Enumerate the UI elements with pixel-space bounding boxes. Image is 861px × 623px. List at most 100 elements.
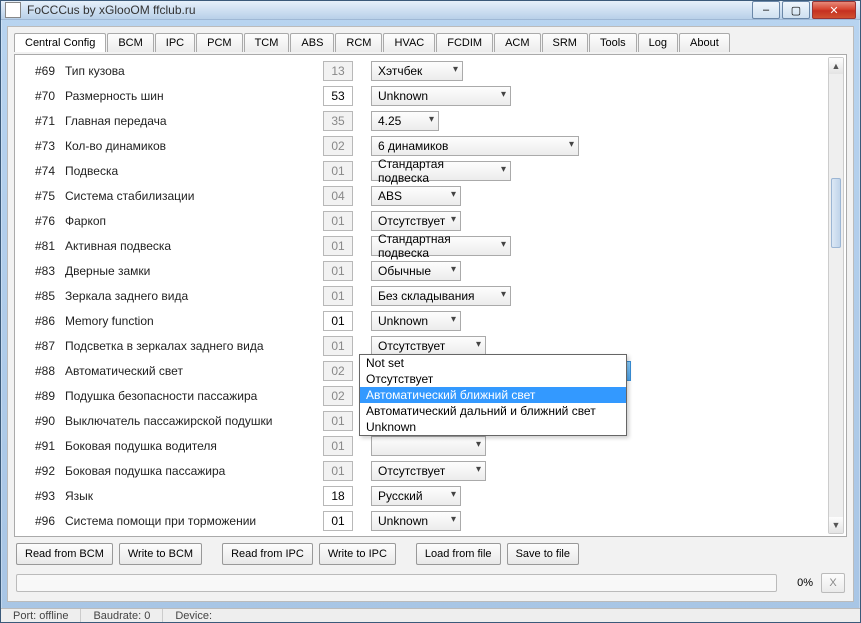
dropdown-item[interactable]: Автоматический дальний и ближний свет xyxy=(360,403,626,419)
row-select[interactable]: Русский xyxy=(371,486,461,506)
app-icon xyxy=(5,2,21,18)
tab-tcm[interactable]: TCM xyxy=(244,33,290,52)
row-index: #86 xyxy=(19,314,59,328)
dropdown-item[interactable]: Отсутствует xyxy=(360,371,626,387)
row-select[interactable]: Стандартная подвеска xyxy=(371,236,511,256)
row-label: Memory function xyxy=(65,314,317,328)
status-port: Port: offline xyxy=(1,609,81,622)
row-index: #88 xyxy=(19,364,59,378)
write-to-ipc-button[interactable]: Write to IPC xyxy=(319,543,396,565)
row-select[interactable] xyxy=(371,436,486,456)
read-from-ipc-button[interactable]: Read from IPC xyxy=(222,543,313,565)
row-value-input xyxy=(323,411,353,431)
tab-fcdim[interactable]: FCDIM xyxy=(436,33,493,52)
row-value-input xyxy=(323,436,353,456)
row-value-input xyxy=(323,61,353,81)
minimize-button[interactable]: – xyxy=(752,1,780,19)
save-to-file-button[interactable]: Save to file xyxy=(507,543,579,565)
action-button-row: Read from BCM Write to BCM Read from IPC… xyxy=(14,537,847,567)
tab-abs[interactable]: ABS xyxy=(290,33,334,52)
row-label: Боковая подушка водителя xyxy=(65,439,317,453)
scroll-thumb[interactable] xyxy=(831,178,841,248)
row-index: #71 xyxy=(19,114,59,128)
row-value-input xyxy=(323,111,353,131)
vertical-scrollbar[interactable]: ▲ ▼ xyxy=(828,57,844,534)
row-select[interactable]: 4.25 xyxy=(371,111,439,131)
read-from-bcm-button[interactable]: Read from BCM xyxy=(16,543,113,565)
config-row: #92 Боковая подушка пассажира Отсутствует xyxy=(19,459,828,482)
row-select[interactable]: ABS xyxy=(371,186,461,206)
scroll-down-icon[interactable]: ▼ xyxy=(829,517,843,533)
dropdown-item[interactable]: Unknown xyxy=(360,419,626,435)
row-label: Подушка безопасности пассажира xyxy=(65,389,317,403)
scroll-up-icon[interactable]: ▲ xyxy=(829,58,843,74)
maximize-button[interactable]: ▢ xyxy=(782,1,810,19)
row-select[interactable]: Отсутствует xyxy=(371,211,461,231)
tab-rcm[interactable]: RCM xyxy=(335,33,382,52)
row-select[interactable]: Обычные xyxy=(371,261,461,281)
tab-log[interactable]: Log xyxy=(638,33,678,52)
dropdown-item[interactable]: Автоматический ближний свет xyxy=(360,387,626,403)
tab-bcm[interactable]: BCM xyxy=(107,33,153,52)
tab-ipc[interactable]: IPC xyxy=(155,33,195,52)
row-select[interactable]: Отсутствует xyxy=(371,336,486,356)
row-value-input xyxy=(323,461,353,481)
row-label: Автоматический свет xyxy=(65,364,317,378)
config-row: #69Тип кузоваХэтчбек xyxy=(19,59,828,82)
cancel-progress-button[interactable]: X xyxy=(821,573,845,593)
dropdown-popup[interactable]: Not setОтсутствуетАвтоматический ближний… xyxy=(359,354,627,436)
row-select[interactable]: Хэтчбек xyxy=(371,61,463,81)
dropdown-item[interactable]: Not set xyxy=(360,355,626,371)
row-label: Боковая подушка пассажира xyxy=(65,464,317,478)
row-select[interactable]: Стандартая подвеска xyxy=(371,161,511,181)
tabbar: Central ConfigBCMIPCPCMTCMABSRCMHVACFCDI… xyxy=(14,33,847,52)
row-label: Кол-во динамиков xyxy=(65,139,317,153)
row-index: #92 xyxy=(19,464,59,478)
client-area: Central ConfigBCMIPCPCMTCMABSRCMHVACFCDI… xyxy=(7,26,854,602)
config-row: #76ФаркопОтсутствует xyxy=(19,209,828,232)
row-value-input[interactable] xyxy=(323,86,353,106)
write-to-bcm-button[interactable]: Write to BCM xyxy=(119,543,202,565)
row-index: #87 xyxy=(19,339,59,353)
row-index: #83 xyxy=(19,264,59,278)
tab-srm[interactable]: SRM xyxy=(542,33,588,52)
status-baud: Baudrate: 0 xyxy=(81,609,163,622)
row-label: Дверные замки xyxy=(65,264,317,278)
row-index: #70 xyxy=(19,89,59,103)
tab-tools[interactable]: Tools xyxy=(589,33,637,52)
tab-central-config[interactable]: Central Config xyxy=(14,33,106,52)
row-label: Подвеска xyxy=(65,164,317,178)
row-value-input xyxy=(323,286,353,306)
config-row: #86 Memory function Unknown xyxy=(19,309,828,332)
row-value-input[interactable] xyxy=(323,311,353,331)
tab-acm[interactable]: ACM xyxy=(494,33,540,52)
config-row: #73Кол-во динамиков6 динамиков xyxy=(19,134,828,157)
row-select[interactable]: Unknown xyxy=(371,511,461,531)
tab-pcm[interactable]: PCM xyxy=(196,33,242,52)
row-label: Выключатель пассажирской подушки xyxy=(65,414,317,428)
row-value-input[interactable] xyxy=(323,486,353,506)
row-value-input[interactable] xyxy=(323,511,353,531)
row-value-input xyxy=(323,261,353,281)
tab-hvac[interactable]: HVAC xyxy=(383,33,435,52)
row-index: #76 xyxy=(19,214,59,228)
row-value-input xyxy=(323,336,353,356)
row-label: Тип кузова xyxy=(65,64,317,78)
row-label: Главная передача xyxy=(65,114,317,128)
load-from-file-button[interactable]: Load from file xyxy=(416,543,501,565)
config-row: #85Зеркала заднего видаБез складывания xyxy=(19,284,828,307)
row-select[interactable]: Отсутствует xyxy=(371,461,486,481)
row-index: #96 xyxy=(19,514,59,528)
tab-about[interactable]: About xyxy=(679,33,730,52)
row-label: Зеркала заднего вида xyxy=(65,289,317,303)
row-select[interactable]: Unknown xyxy=(371,311,461,331)
row-value-input xyxy=(323,386,353,406)
close-button[interactable]: ✕ xyxy=(812,1,856,19)
config-rows: #69Тип кузоваХэтчбек#70Размерность шинUn… xyxy=(19,59,828,532)
row-select[interactable]: 6 динамиков xyxy=(371,136,579,156)
row-index: #93 xyxy=(19,489,59,503)
row-select[interactable]: Без складывания xyxy=(371,286,511,306)
row-select[interactable]: Unknown xyxy=(371,86,511,106)
progress-percent: 0% xyxy=(785,577,813,589)
app-window: FoCCCus by xGlooOM ffclub.ru – ▢ ✕ Centr… xyxy=(0,0,861,623)
